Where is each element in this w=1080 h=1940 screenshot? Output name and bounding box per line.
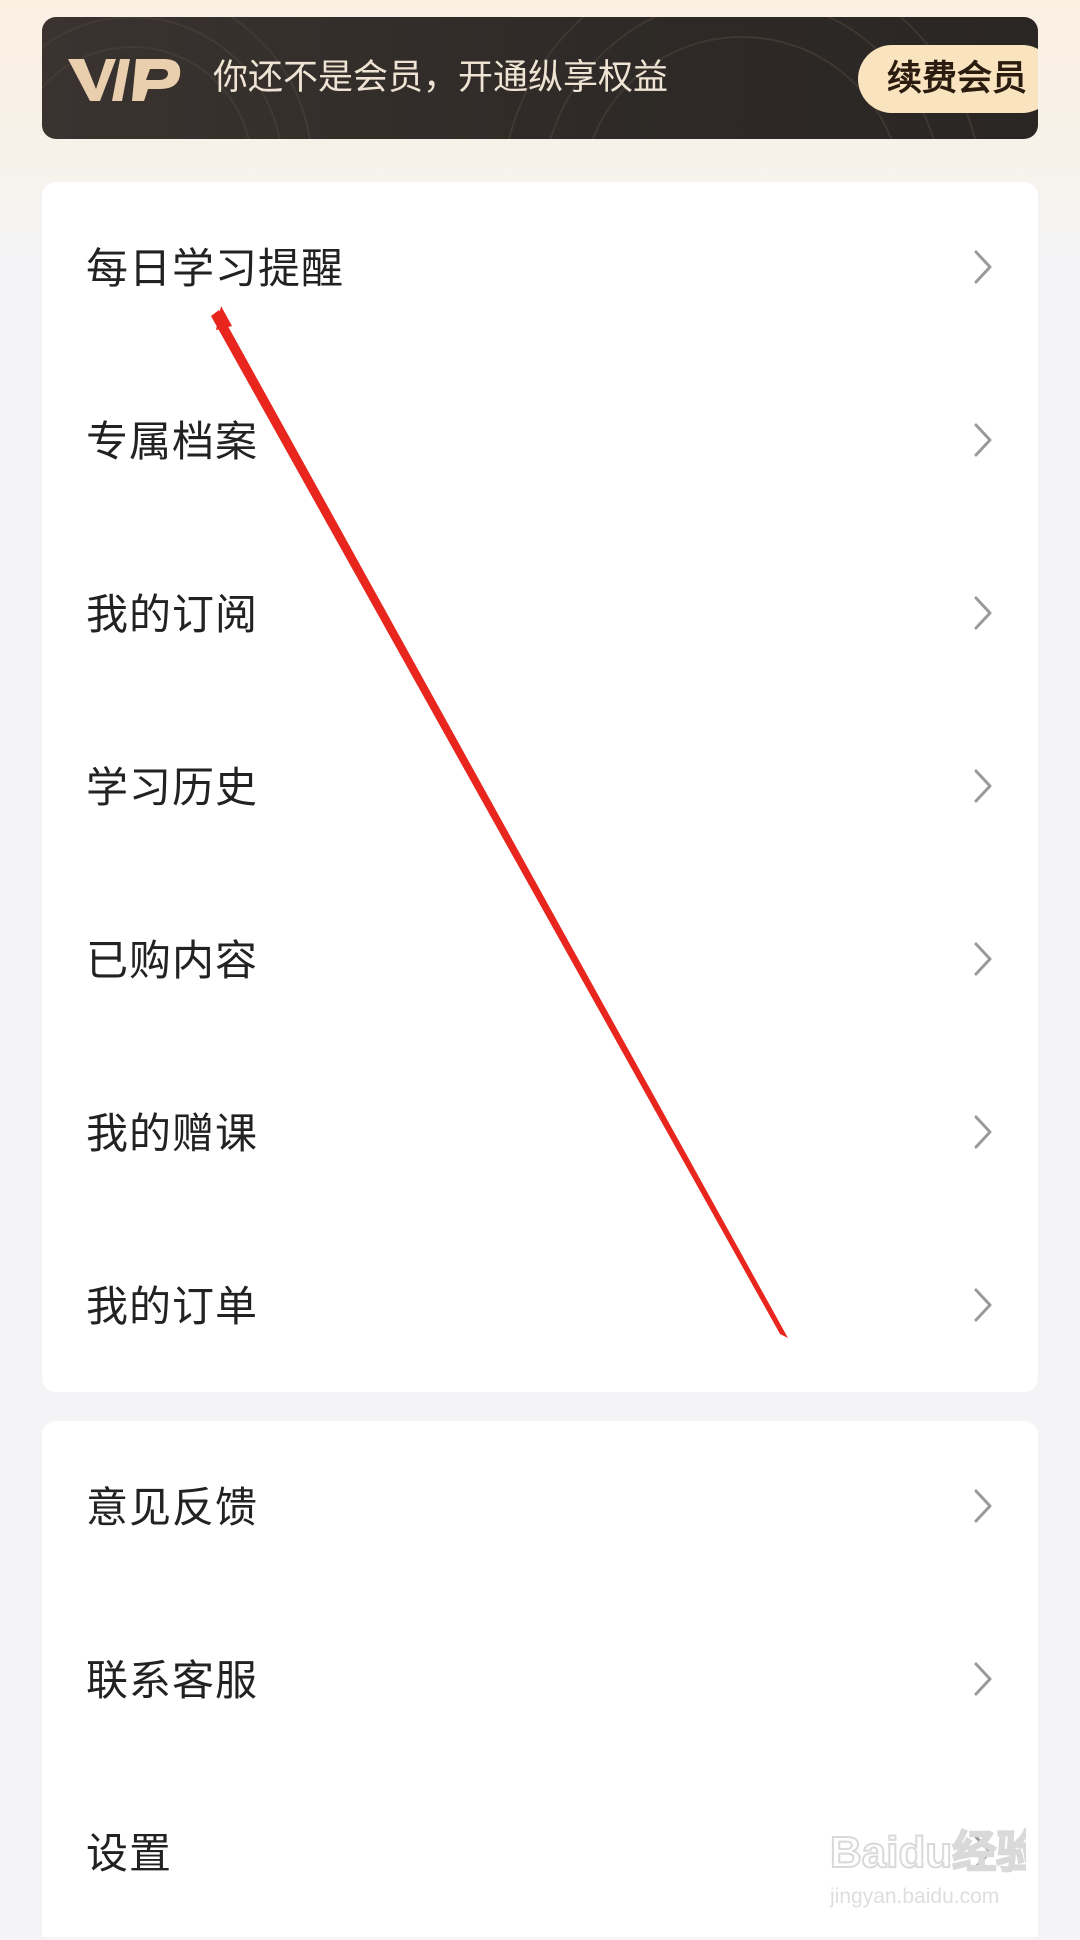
menu-item-profile[interactable]: 专属档案	[42, 355, 1038, 528]
menu-item-label: 我的订阅	[86, 590, 259, 639]
menu-item-daily-reminder[interactable]: 每日学习提醒	[42, 182, 1038, 355]
chevron-right-icon	[974, 423, 992, 457]
menu-item-label: 已购内容	[86, 936, 259, 985]
vip-message: 你还不是会员，开通纵享权益	[213, 58, 669, 98]
menu-item-feedback[interactable]: 意见反馈	[42, 1421, 1038, 1594]
menu-item-label: 设置	[86, 1829, 173, 1878]
menu-item-label: 意见反馈	[86, 1483, 259, 1532]
menu-item-label: 我的订单	[86, 1282, 259, 1331]
chevron-right-icon	[974, 769, 992, 803]
chevron-right-icon	[974, 1288, 992, 1322]
menu-item-customer-service[interactable]: 联系客服	[42, 1594, 1038, 1767]
renew-membership-button[interactable]: 续费会员	[858, 45, 1038, 113]
watermark-brand: Baidu经验	[830, 1828, 1026, 1877]
menu-item-subscriptions[interactable]: 我的订阅	[42, 528, 1038, 701]
chevron-right-icon	[974, 596, 992, 630]
menu-item-purchased[interactable]: 已购内容	[42, 874, 1038, 1047]
menu-item-label: 联系客服	[86, 1656, 259, 1705]
menu-card-main: 每日学习提醒 专属档案 我的订阅 学习历史 已购内容 我的赠课 我的订单	[42, 182, 1038, 1392]
vip-banner[interactable]: 你还不是会员，开通纵享权益 续费会员	[42, 17, 1038, 139]
menu-item-gift-courses[interactable]: 我的赠课	[42, 1047, 1038, 1220]
chevron-right-icon	[974, 1662, 992, 1696]
chevron-right-icon	[974, 250, 992, 284]
vip-logo-icon	[68, 59, 181, 101]
menu-item-label: 每日学习提醒	[86, 244, 345, 293]
menu-item-orders[interactable]: 我的订单	[42, 1220, 1038, 1393]
menu-item-label: 学习历史	[86, 763, 259, 812]
chevron-right-icon	[974, 942, 992, 976]
menu-item-label: 专属档案	[86, 417, 259, 466]
baidu-watermark-logo: Baidu经验	[829, 1827, 1026, 1878]
chevron-right-icon	[974, 1115, 992, 1149]
menu-item-history[interactable]: 学习历史	[42, 701, 1038, 874]
watermark-url: jingyan.baidu.com	[830, 1885, 1000, 1908]
menu-item-label: 我的赠课	[86, 1109, 259, 1158]
chevron-right-icon	[974, 1489, 992, 1523]
